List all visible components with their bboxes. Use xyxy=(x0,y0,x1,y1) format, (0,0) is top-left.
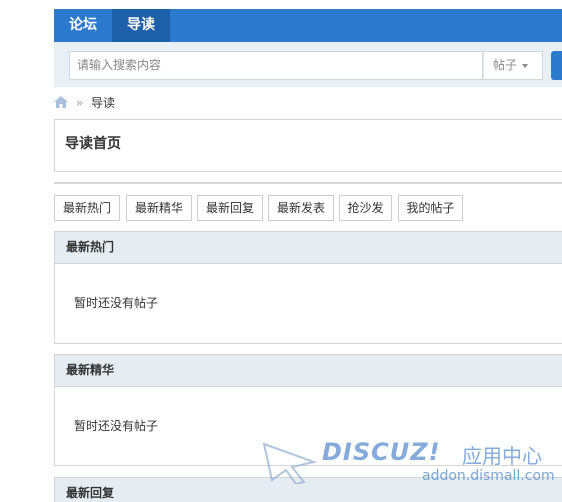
section-title: 最新热门 xyxy=(55,232,562,264)
search-type-label: 帖子 xyxy=(493,58,518,72)
breadcrumb: » 导读 xyxy=(54,94,115,112)
tab-digest[interactable]: 最新精华 xyxy=(126,195,192,221)
empty-message: 暂时还没有帖子 xyxy=(74,296,159,310)
search-bar: 请输入搜索内容 帖子 xyxy=(54,42,562,87)
top-nav: 论坛 导读 xyxy=(54,9,562,42)
watermark-url: addon.dismall.com xyxy=(422,468,555,484)
watermark-cn: 应用中心 xyxy=(462,444,542,468)
page-header: 导读首页 xyxy=(54,119,562,172)
tab-reply[interactable]: 最新回复 xyxy=(197,195,263,221)
tab-hot[interactable]: 最新热门 xyxy=(54,195,120,221)
chevron-down-icon xyxy=(522,63,529,68)
search-input[interactable]: 请输入搜索内容 xyxy=(69,51,483,80)
search-button[interactable] xyxy=(551,51,562,80)
search-type-select[interactable]: 帖子 xyxy=(483,51,543,80)
breadcrumb-current[interactable]: 导读 xyxy=(91,96,115,110)
tab-my-threads[interactable]: 我的帖子 xyxy=(398,195,463,221)
home-icon[interactable] xyxy=(54,96,68,108)
nav-tab-forum[interactable]: 论坛 xyxy=(54,9,112,42)
section-title: 最新精华 xyxy=(55,355,562,387)
watermark-brand: DISCUZ! xyxy=(322,438,441,466)
nav-tab-guide[interactable]: 导读 xyxy=(112,9,170,42)
watermark-logo: DISCUZ! 应用中心 addon.dismall.com xyxy=(262,436,562,496)
page-title: 导读首页 xyxy=(65,136,121,152)
divider xyxy=(54,182,562,184)
breadcrumb-separator: » xyxy=(75,96,84,110)
section-hot: 最新热门 暂时还没有帖子 xyxy=(54,231,562,344)
empty-message: 暂时还没有帖子 xyxy=(74,419,159,433)
cursor-icon xyxy=(262,442,318,484)
tab-new[interactable]: 最新发表 xyxy=(268,195,334,221)
tab-sofa[interactable]: 抢沙发 xyxy=(339,195,392,221)
